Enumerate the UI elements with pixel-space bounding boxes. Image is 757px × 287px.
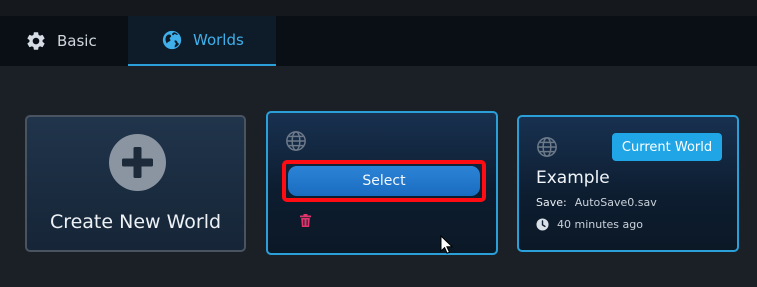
tab-bar: Basic Worlds <box>0 16 757 66</box>
save-file: AutoSave0.sav <box>574 196 657 209</box>
globe-icon <box>161 29 183 51</box>
globe-icon <box>536 136 558 158</box>
plus-circle-icon <box>109 134 166 191</box>
select-button[interactable]: Select <box>288 166 480 196</box>
create-new-world-label: Create New World <box>49 211 222 233</box>
world-name: Example <box>536 168 610 188</box>
current-world-card[interactable]: Current World Example Save: AutoSave0.sav… <box>517 115 739 252</box>
tab-worlds[interactable]: Worlds <box>128 16 276 66</box>
create-new-world-card[interactable]: Create New World <box>25 115 246 252</box>
window-top-strip <box>0 0 757 16</box>
time-ago: 40 minutes ago <box>557 218 643 231</box>
worlds-panel: Create New World Select Current World Ex… <box>0 66 757 287</box>
world-card[interactable]: Select <box>266 111 498 255</box>
gear-icon <box>25 30 47 52</box>
mouse-cursor-icon <box>440 234 454 258</box>
tab-worlds-label: Worlds <box>193 31 244 49</box>
tab-basic[interactable]: Basic <box>0 16 128 66</box>
current-world-badge: Current World <box>612 133 722 161</box>
globe-icon <box>285 130 307 152</box>
save-info: Save: AutoSave0.sav <box>536 196 657 209</box>
tab-basic-label: Basic <box>57 32 97 50</box>
trash-icon[interactable] <box>300 214 311 227</box>
last-played: 40 minutes ago <box>536 218 643 231</box>
clock-icon <box>536 218 549 231</box>
save-label: Save: <box>536 196 567 209</box>
